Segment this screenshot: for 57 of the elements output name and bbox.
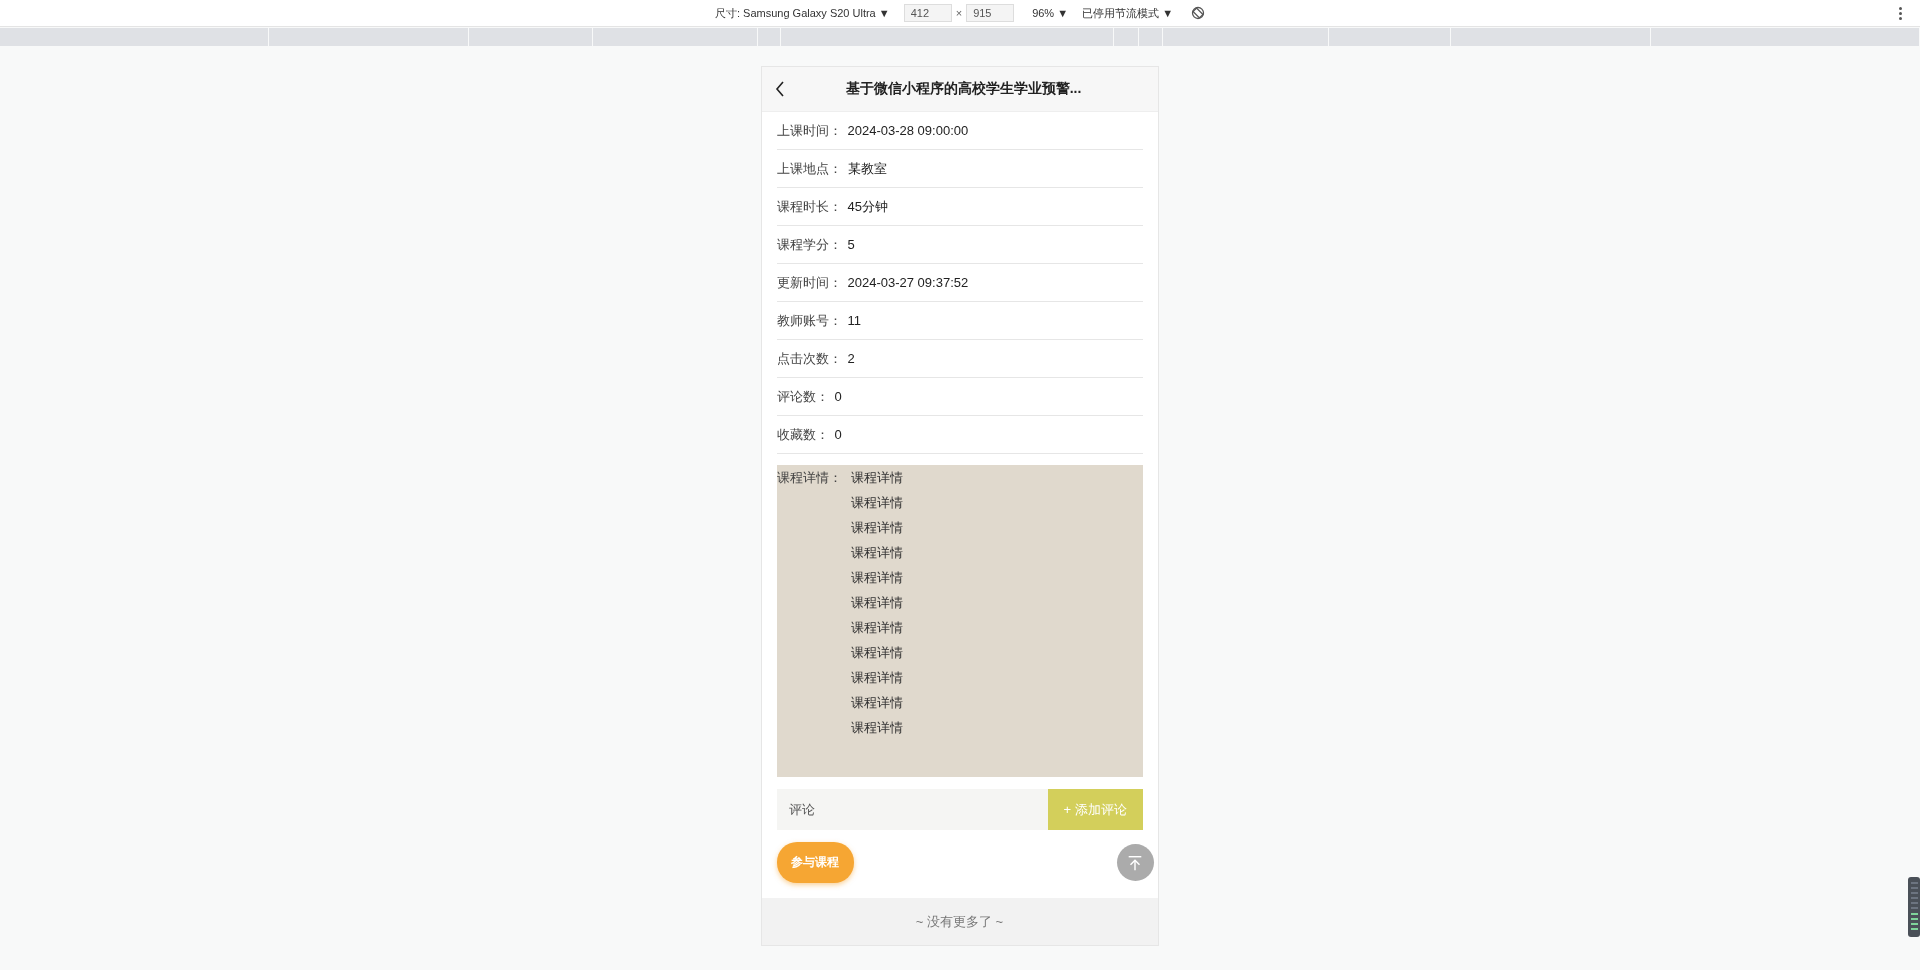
more-menu-icon[interactable] <box>1899 7 1902 20</box>
media-query-segment[interactable] <box>1329 28 1451 46</box>
page-title: 基于微信小程序的高校学生学业预警... <box>844 80 1083 98</box>
field-label: 上课地点： <box>776 159 842 178</box>
back-to-top-button[interactable] <box>1116 844 1154 881</box>
rotate-icon[interactable] <box>1191 6 1206 20</box>
field-label: 课程学分： <box>776 235 842 254</box>
media-query-segment[interactable] <box>1139 28 1163 46</box>
media-query-segment[interactable] <box>1451 28 1651 46</box>
arrow-up-icon <box>1126 853 1144 872</box>
details-line: 课程详情 <box>850 644 903 662</box>
field-value: 某教室 <box>847 159 887 178</box>
zoom-dropdown[interactable]: 96% ▼ <box>1032 7 1069 19</box>
media-query-segment[interactable] <box>781 28 1114 46</box>
details-line: 课程详情 <box>850 694 903 712</box>
field-value: 45分钟 <box>847 197 888 216</box>
details-line: 课程详情 <box>850 494 903 512</box>
field-value: 0 <box>834 427 842 442</box>
details-line: 课程详情 <box>850 544 903 562</box>
field-value: 11 <box>847 313 861 328</box>
field-value: 5 <box>847 237 855 252</box>
details-line: 课程详情 <box>850 719 903 737</box>
field-label: 课程时长： <box>776 197 842 216</box>
field-value: 2024-03-28 09:00:00 <box>847 123 969 138</box>
media-query-segment[interactable] <box>469 28 593 46</box>
details-line: 课程详情 <box>850 594 903 612</box>
media-query-segment[interactable] <box>1163 28 1329 46</box>
width-field[interactable]: 412 <box>903 4 952 22</box>
media-query-segment[interactable] <box>0 28 269 46</box>
details-line: 课程详情 <box>850 519 903 537</box>
field-label: 教师账号： <box>776 311 842 330</box>
field-label: 更新时间： <box>776 273 842 292</box>
level-meter-icon <box>1908 877 1920 937</box>
details-line: 课程详情 <box>850 469 903 487</box>
device-dropdown[interactable]: 尺寸: Samsung Galaxy S20 Ultra ▼ <box>714 5 890 21</box>
details-line: 课程详情 <box>850 669 903 687</box>
field-label: 上课时间： <box>776 121 842 140</box>
media-query-segment[interactable] <box>1651 28 1920 46</box>
height-field[interactable]: 915 <box>966 4 1015 22</box>
field-value: 2024-03-27 09:37:52 <box>847 275 969 290</box>
field-label: 评论数： <box>776 387 829 406</box>
media-query-segment[interactable] <box>593 28 758 46</box>
field-value: 0 <box>834 389 842 404</box>
field-label: 点击次数： <box>776 349 842 368</box>
media-query-segment[interactable] <box>1114 28 1139 46</box>
details-line: 课程详情 <box>850 619 903 637</box>
throttling-dropdown[interactable]: 已停用节流模式 ▼ <box>1082 5 1174 21</box>
field-value: 2 <box>847 351 855 366</box>
media-query-segment[interactable] <box>758 28 781 46</box>
field-label: 收藏数： <box>776 425 829 444</box>
comment-field[interactable]: 评论 <box>776 789 1048 830</box>
times-sign: × <box>955 7 963 19</box>
details-line: 课程详情 <box>850 569 903 587</box>
details-label: 课程详情： <box>776 469 842 487</box>
no-more-text: ~ 没有更多了 ~ <box>761 898 1158 945</box>
back-icon[interactable] <box>774 81 785 97</box>
media-query-segment[interactable] <box>269 28 469 46</box>
